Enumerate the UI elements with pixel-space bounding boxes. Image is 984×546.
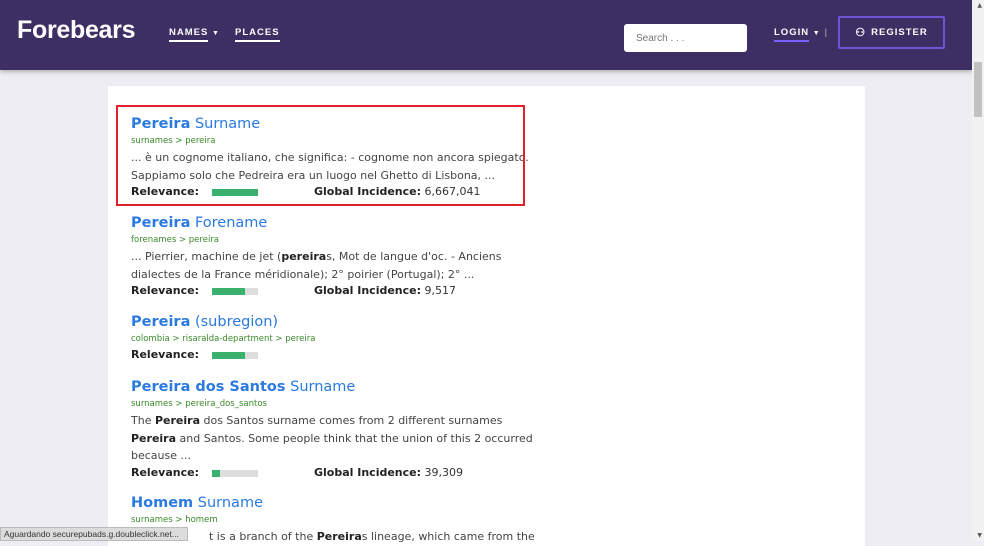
- desc-highlight: Pereira: [131, 431, 177, 445]
- desc-text: and Santos. Some people think that the u…: [131, 431, 533, 463]
- result-title[interactable]: Homem Surname: [131, 494, 551, 512]
- desc-text: ... Pierrier, machine de jet (: [131, 250, 282, 263]
- title-type: Surname: [285, 379, 356, 395]
- site-header: Forebears NAMES ▼ PLACES LOGIN ▼ | ⚇ REGI…: [0, 0, 972, 70]
- user-icon: ⚇: [855, 27, 867, 39]
- browser-status-bar: Aguardando securepubads.g.doubleclick.ne…: [0, 527, 188, 541]
- result-description: ... Pierrier, machine de jet (pereiras, …: [131, 248, 546, 283]
- title-type: (subregion): [190, 314, 279, 330]
- relevance-bar: [212, 288, 258, 295]
- relevance-fill: [212, 288, 246, 295]
- result-item: Pereira (subregion) colombia > risaralda…: [131, 313, 551, 363]
- result-stats: Relevance: Global Incidence: 9,517: [131, 283, 551, 299]
- result-breadcrumb[interactable]: surnames > pereira_dos_santos: [131, 397, 551, 412]
- forebears-logo[interactable]: Forebears: [17, 16, 135, 45]
- relevance-bar: [212, 469, 258, 477]
- title-name: Pereira: [131, 215, 191, 231]
- desc-highlight: Pereira: [316, 530, 362, 543]
- global-incidence: Global Incidence: 39,309: [314, 465, 463, 481]
- incidence-label: Global Incidence:: [314, 465, 422, 479]
- scrollbar-thumb[interactable]: [974, 62, 982, 117]
- global-incidence: Global Incidence: 9,517: [314, 283, 456, 299]
- relevance-label: Relevance:: [131, 465, 199, 479]
- relevance-label: Relevance:: [131, 348, 199, 361]
- result-title[interactable]: Pereira Forename: [131, 214, 551, 232]
- login-menu[interactable]: LOGIN ▼ |: [774, 27, 828, 42]
- result-breadcrumb[interactable]: forenames > pereira: [131, 233, 551, 248]
- scroll-down-icon[interactable]: ▼: [977, 532, 982, 539]
- search-input[interactable]: [624, 24, 747, 52]
- result-item: Pereira Forename forenames > pereira ...…: [131, 214, 551, 299]
- highlight-box: [116, 105, 525, 206]
- relevance-bar: [212, 352, 258, 359]
- incidence-value: 39,309: [424, 465, 464, 479]
- scroll-up-icon[interactable]: ▲: [977, 2, 982, 9]
- result-breadcrumb[interactable]: colombia > risaralda-department > pereir…: [131, 332, 551, 347]
- result-breadcrumb[interactable]: surnames > homem: [131, 513, 551, 528]
- result-title[interactable]: Pereira dos Santos Surname: [131, 378, 551, 396]
- result-item: Homem Surname surnames > homem t is a br…: [131, 494, 551, 546]
- nav-places[interactable]: PLACES: [235, 27, 280, 42]
- divider: |: [824, 27, 828, 38]
- relevance-fill: [212, 352, 246, 359]
- login-label: LOGIN: [774, 27, 810, 42]
- caret-down-icon: ▼: [812, 30, 821, 37]
- result-title[interactable]: Pereira (subregion): [131, 313, 551, 331]
- register-button[interactable]: ⚇ REGISTER: [838, 16, 945, 49]
- result-item: Pereira dos Santos Surname surnames > pe…: [131, 378, 551, 481]
- title-name: Homem: [131, 495, 194, 511]
- title-name: Pereira: [131, 314, 191, 330]
- title-type: Forename: [190, 215, 268, 231]
- nav-places-label: PLACES: [235, 27, 280, 42]
- result-description: The Pereira dos Santos surname comes fro…: [131, 412, 546, 465]
- result-stats: Relevance: Global Incidence: 39,309: [131, 465, 551, 481]
- nav-names-label: NAMES: [169, 27, 209, 42]
- title-type: Surname: [193, 495, 263, 511]
- desc-highlight: pereira: [281, 250, 327, 263]
- incidence-value: 9,517: [424, 284, 457, 297]
- relevance-fill: [212, 469, 220, 477]
- caret-down-icon: ▼: [211, 30, 220, 37]
- nav-names[interactable]: NAMES ▼: [169, 27, 220, 42]
- desc-text: dos Santos surname comes from 2 differen…: [200, 414, 503, 427]
- desc-text: The: [131, 414, 155, 427]
- scrollbar[interactable]: ▲ ▼: [972, 0, 984, 541]
- register-label: REGISTER: [871, 27, 928, 38]
- desc-text: s lineage, which came from the: [361, 530, 535, 543]
- title-name: Pereira dos Santos: [131, 379, 286, 395]
- desc-text: t is a branch of the: [209, 530, 317, 543]
- desc-highlight: Pereira: [154, 414, 200, 427]
- incidence-label: Global Incidence:: [314, 284, 422, 297]
- result-stats: Relevance:: [131, 347, 551, 363]
- result-description: t is a branch of the Pereiras lineage, w…: [131, 528, 546, 546]
- relevance-label: Relevance:: [131, 284, 199, 297]
